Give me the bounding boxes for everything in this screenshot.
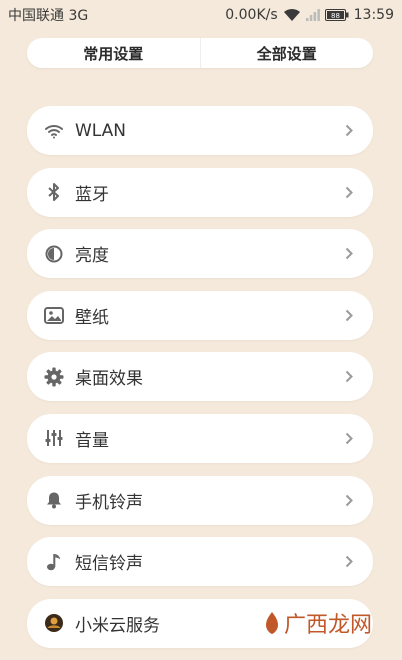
settings-item-ringtone[interactable]: 手机铃声: [27, 476, 373, 525]
brightness-icon: [43, 243, 65, 265]
signal-strength-icon: [306, 9, 320, 21]
battery-level: 88: [331, 12, 340, 20]
chevron-right-icon: [343, 247, 355, 261]
settings-item-wlan[interactable]: WLAN: [27, 106, 373, 155]
bell-icon: [43, 489, 65, 511]
watermark-text: 广西龙网: [284, 607, 372, 639]
settings-tabs: 常用设置 全部设置: [27, 38, 373, 68]
settings-item-label: 音量: [75, 426, 343, 451]
settings-list: WLAN 蓝牙 亮度: [27, 106, 373, 660]
settings-item-label: 短信铃声: [75, 549, 343, 574]
settings-item-desktop-effects[interactable]: 桌面效果: [27, 352, 373, 401]
chevron-right-icon: [343, 555, 355, 569]
music-note-icon: [43, 551, 65, 573]
settings-item-label: 手机铃声: [75, 488, 343, 513]
wifi-icon: [43, 120, 65, 142]
network-speed: 0.00K/s: [225, 7, 277, 23]
gear-icon: [43, 366, 65, 388]
settings-item-bluetooth[interactable]: 蓝牙: [27, 168, 373, 217]
wifi-status-icon: [283, 8, 301, 22]
status-bar: 中国联通 3G 0.00K/s 88 13:59: [0, 0, 402, 30]
settings-item-sms-ringtone[interactable]: 短信铃声: [27, 537, 373, 586]
settings-item-volume[interactable]: 音量: [27, 414, 373, 463]
tab-common-settings[interactable]: 常用设置: [27, 38, 200, 68]
mi-cloud-icon: [43, 612, 65, 634]
chevron-right-icon: [343, 493, 355, 507]
chevron-right-icon: [343, 185, 355, 199]
settings-item-label: 亮度: [75, 241, 343, 266]
settings-item-wallpaper[interactable]: 壁纸: [27, 291, 373, 340]
carrier-label: 中国联通 3G: [8, 5, 88, 25]
status-right: 0.00K/s 88 13:59: [225, 7, 394, 23]
tab-all-settings[interactable]: 全部设置: [200, 38, 374, 68]
watermark: 广西龙网: [264, 607, 372, 639]
chevron-right-icon: [343, 431, 355, 445]
settings-item-brightness[interactable]: 亮度: [27, 229, 373, 278]
chevron-right-icon: [343, 370, 355, 384]
settings-item-label: 桌面效果: [75, 364, 343, 389]
chevron-right-icon: [343, 124, 355, 138]
wallpaper-icon: [43, 304, 65, 326]
bluetooth-icon: [43, 181, 65, 203]
clock: 13:59: [354, 7, 394, 23]
settings-item-label: 蓝牙: [75, 180, 343, 205]
settings-item-label: 壁纸: [75, 303, 343, 328]
battery-icon: 88: [325, 9, 349, 21]
watermark-logo-icon: [264, 611, 280, 635]
chevron-right-icon: [343, 308, 355, 322]
volume-sliders-icon: [43, 427, 65, 449]
settings-item-label: WLAN: [75, 121, 343, 141]
